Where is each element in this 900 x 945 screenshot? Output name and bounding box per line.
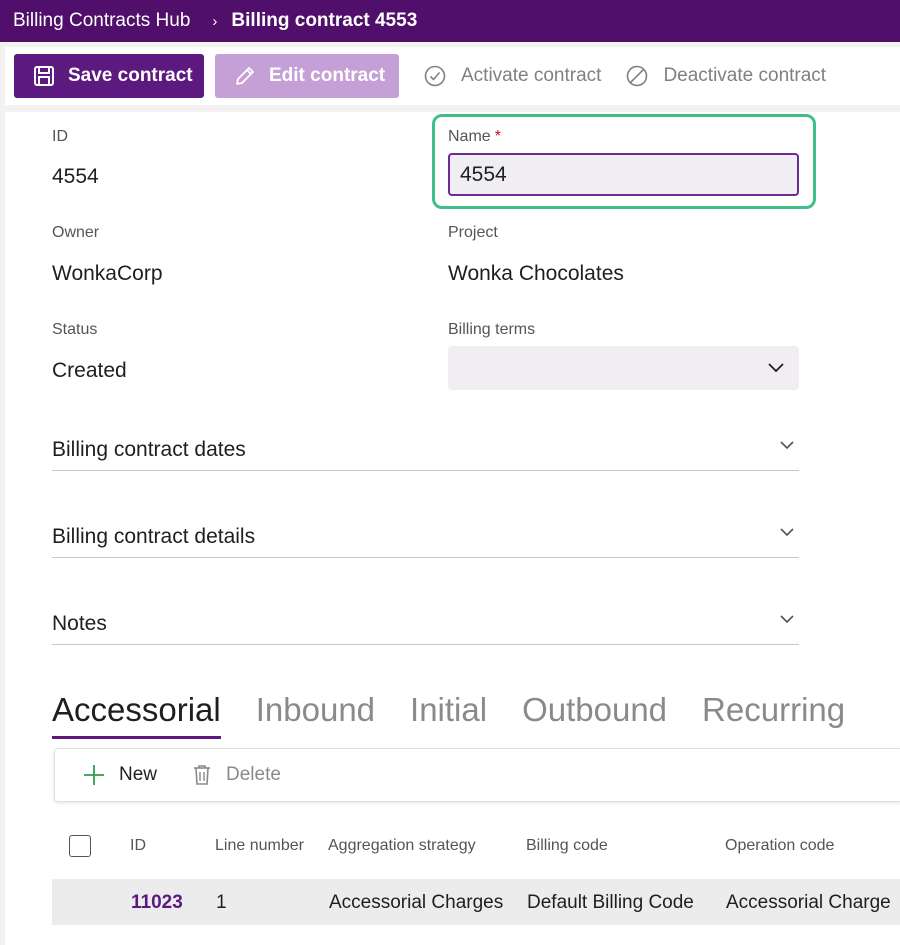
save-icon: [32, 64, 56, 88]
pencil-icon: [233, 64, 257, 88]
project-label: Project: [448, 224, 498, 241]
section-notes[interactable]: Notes: [52, 601, 799, 645]
section-title: Notes: [52, 612, 107, 635]
column-header-id[interactable]: ID: [130, 837, 146, 855]
new-button[interactable]: New: [83, 764, 157, 786]
section-title: Billing contract details: [52, 525, 256, 548]
top-bar: Billing Contracts Hub › Billing contract…: [0, 0, 900, 42]
status-value: Created: [52, 359, 127, 382]
edit-contract-button[interactable]: Edit contract: [215, 54, 399, 98]
contract-form-card: ID 4554 Name * 4554 Owner WonkaCorp Proje…: [5, 112, 900, 945]
chevron-down-icon: [779, 611, 795, 632]
edit-contract-label: Edit contract: [269, 65, 386, 86]
row-operation-code: Accessorial Charge: [726, 892, 891, 913]
deactivate-contract-button[interactable]: Deactivate contract: [615, 54, 826, 98]
delete-button[interactable]: Delete: [192, 764, 281, 786]
activate-contract-label: Activate contract: [461, 65, 602, 86]
action-toolbar: Save contract Edit contract Activate con…: [5, 47, 900, 105]
owner-value: WonkaCorp: [52, 262, 163, 285]
check-circle-icon: [423, 64, 447, 88]
tab-accessorial[interactable]: Accessorial: [52, 687, 221, 739]
id-value: 4554: [52, 165, 99, 188]
tab-recurring[interactable]: Recurring: [702, 687, 845, 737]
tab-inbound[interactable]: Inbound: [256, 687, 375, 737]
row-aggregation-strategy: Accessorial Charges: [329, 892, 504, 913]
row-id-link[interactable]: 11023: [131, 892, 183, 914]
trash-icon: [192, 764, 212, 786]
row-billing-code: Default Billing Code: [527, 892, 694, 913]
tab-outbound[interactable]: Outbound: [522, 687, 667, 737]
column-header-line-number[interactable]: Line number: [215, 837, 304, 855]
grid-toolbar: New Delete: [54, 748, 900, 802]
required-marker: *: [494, 128, 501, 145]
column-header-operation-code[interactable]: Operation code: [725, 837, 834, 855]
app-title[interactable]: Billing Contracts Hub: [13, 10, 190, 32]
name-label: Name *: [448, 128, 501, 145]
column-header-billing-code[interactable]: Billing code: [526, 837, 608, 855]
chevron-down-icon: [779, 524, 795, 545]
billing-terms-label: Billing terms: [448, 321, 536, 338]
tab-initial[interactable]: Initial: [410, 687, 487, 737]
chevron-down-icon: [779, 437, 795, 458]
section-billing-contract-details[interactable]: Billing contract details: [52, 514, 799, 558]
breadcrumb-current: Billing contract 4553: [231, 10, 418, 31]
charge-tabs: Accessorial Inbound Initial Outbound Rec…: [52, 687, 880, 739]
section-billing-contract-dates[interactable]: Billing contract dates: [52, 427, 799, 471]
status-label: Status: [52, 321, 98, 338]
name-input[interactable]: 4554: [448, 153, 799, 196]
chevron-down-icon: [767, 358, 785, 381]
new-label: New: [119, 764, 158, 785]
breadcrumb-separator: ›: [212, 12, 218, 30]
section-title: Billing contract dates: [52, 438, 246, 461]
select-all-checkbox[interactable]: [69, 835, 91, 857]
plus-icon: [83, 764, 105, 786]
block-icon: [625, 64, 649, 88]
delete-label: Delete: [226, 764, 281, 785]
billing-terms-select[interactable]: [448, 346, 799, 390]
save-contract-button[interactable]: Save contract: [14, 54, 204, 98]
row-line-number: 1: [216, 892, 227, 913]
project-value: Wonka Chocolates: [448, 262, 624, 285]
deactivate-contract-label: Deactivate contract: [663, 65, 827, 86]
table-row[interactable]: 11023 1 Accessorial Charges Default Bill…: [52, 879, 900, 925]
activate-contract-button[interactable]: Activate contract: [413, 54, 601, 98]
grid-header: ID Line number Aggregation strategy Bill…: [52, 824, 900, 868]
column-header-aggregation-strategy[interactable]: Aggregation strategy: [328, 837, 476, 855]
id-label: ID: [52, 128, 68, 145]
owner-label: Owner: [52, 224, 100, 241]
save-contract-label: Save contract: [68, 65, 193, 86]
